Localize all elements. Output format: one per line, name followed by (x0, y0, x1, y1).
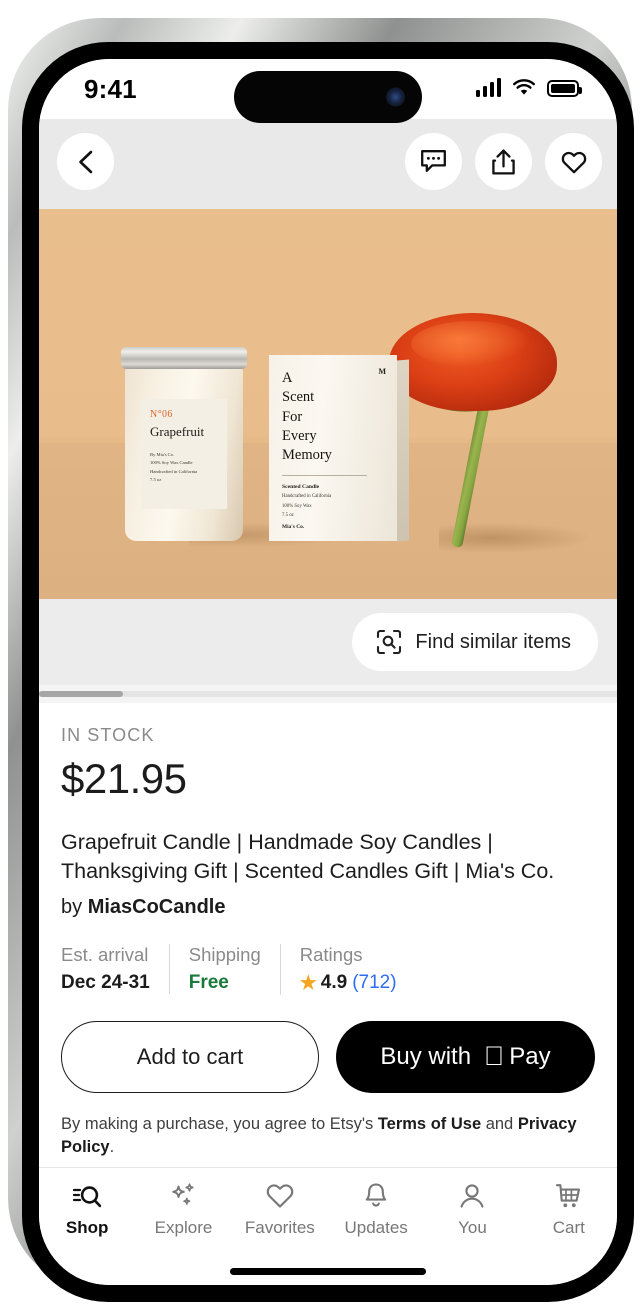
share-icon (492, 148, 515, 175)
flower-head (389, 313, 557, 411)
seller-line[interactable]: by MiasCoCandle (61, 896, 595, 919)
product-image[interactable]: N°06 Grapefruit By Mia's Co. 100% Soy Wa… (39, 209, 617, 599)
find-similar-bar: Find similar items (39, 599, 617, 685)
buy-with-apple-pay-button[interactable]: Buy with  Pay (336, 1020, 595, 1093)
jar-label: N°06 Grapefruit By Mia's Co. 100% Soy Wa… (141, 399, 227, 509)
status-time: 9:41 (84, 74, 137, 104)
tab-updates[interactable]: Updates (328, 1168, 424, 1238)
candle-box: M A Scent For Every Memory Scented Candl… (269, 355, 409, 542)
rating-value: 4.9 (320, 972, 348, 994)
message-button[interactable] (405, 133, 462, 190)
cta-row: Add to cart Buy with  Pay (61, 1020, 595, 1093)
tab-label: Updates (344, 1218, 408, 1237)
bell-icon (362, 1181, 390, 1211)
legal-suffix: . (109, 1138, 115, 1157)
phone-screen: 9:41 N°06 Grapefruit By Mia's Co. 100% S… (39, 59, 617, 1285)
tab-label: Cart (552, 1218, 585, 1237)
flower-prop (381, 307, 589, 553)
scrollbar-track (39, 691, 617, 697)
info-value: Free (188, 971, 229, 993)
jar-lid (121, 347, 247, 369)
battery-icon (547, 80, 582, 97)
terms-of-use-link[interactable]: Terms of Use (378, 1115, 481, 1133)
apple-pay-prefix: Buy with (380, 1042, 472, 1070)
tab-favorites[interactable]: Favorites (232, 1168, 328, 1238)
apple-pay-suffix: Pay (499, 1042, 550, 1070)
heart-icon (265, 1181, 295, 1211)
info-label: Shipping (188, 943, 261, 965)
tab-label: You (458, 1218, 487, 1237)
info-est-arrival: Est. arrival Dec 24-31 (61, 944, 169, 994)
home-indicator[interactable] (230, 1268, 426, 1275)
info-label: Ratings (299, 943, 363, 965)
tab-label: Favorites (244, 1218, 315, 1237)
scan-search-icon (377, 629, 402, 655)
product-details: IN STOCK $21.95 Grapefruit Candle | Hand… (39, 703, 617, 1160)
jar-label-meta: By Mia's Co. 100% Soy Wax Candle Handcra… (150, 452, 198, 483)
tab-you[interactable]: You (424, 1168, 520, 1238)
box-subhead: Scented Candle (282, 484, 320, 491)
seller-name[interactable]: MiasCoCandle (88, 896, 226, 918)
tab-bar: Shop Explore Favorites Updates You Cart (39, 1167, 617, 1285)
share-button[interactable] (475, 133, 532, 190)
tab-cart[interactable]: Cart (521, 1168, 617, 1238)
sparkles-icon (168, 1181, 198, 1211)
box-brand: Mia's Co. (282, 524, 305, 530)
find-similar-label: Find similar items (415, 630, 571, 653)
dynamic-island (234, 71, 422, 123)
status-indicators (475, 78, 582, 97)
info-label: Est. arrival (61, 943, 149, 965)
add-to-cart-button[interactable]: Add to cart (61, 1020, 319, 1093)
info-shipping: Shipping Free (168, 943, 280, 994)
box-divider (282, 475, 367, 477)
apple-logo-icon:  (484, 1043, 504, 1070)
find-similar-items-button[interactable]: Find similar items (352, 613, 598, 671)
info-ratings[interactable]: Ratings ★ 4.9 (712) (279, 943, 416, 995)
info-value: Dec 24-31 (61, 971, 150, 993)
box-side-panel (397, 359, 409, 542)
product-price: $21.95 (61, 755, 187, 802)
shop-search-icon (72, 1181, 103, 1211)
tab-label: Shop (65, 1218, 109, 1237)
box-meta: Handcrafted in California 100% Soy Wax 7… (282, 494, 332, 519)
legal-prefix: By making a purchase, you agree to Etsy'… (61, 1114, 378, 1133)
cart-icon (554, 1181, 584, 1211)
front-camera-icon (386, 87, 405, 107)
jar-label-number: N°06 (150, 409, 173, 420)
star-icon: ★ (299, 972, 317, 994)
info-value-rating: ★ 4.9 (712) (300, 972, 397, 995)
cellular-bars-icon (475, 78, 501, 97)
scrollbar-thumb[interactable] (39, 691, 123, 697)
favorite-button[interactable] (545, 133, 602, 190)
box-headline: A Scent For Every Memory (282, 370, 332, 464)
product-title: Grapefruit Candle | Handmade Soy Candles… (61, 830, 555, 884)
back-button[interactable] (57, 133, 114, 190)
seller-prefix: by (61, 895, 88, 918)
device-frame: 9:41 N°06 Grapefruit By Mia's Co. 100% S… (8, 18, 634, 1302)
wifi-icon (512, 78, 536, 97)
jar-label-scent: Grapefruit (150, 424, 205, 439)
candle-jar: N°06 Grapefruit By Mia's Co. 100% Soy Wa… (121, 347, 247, 541)
person-icon (458, 1181, 486, 1211)
chevron-left-icon (78, 150, 92, 173)
review-count[interactable]: (712) (352, 972, 396, 994)
tab-label: Explore (154, 1218, 213, 1237)
tab-shop[interactable]: Shop (39, 1168, 135, 1238)
tab-explore[interactable]: Explore (135, 1168, 231, 1238)
box-monogram: M (378, 367, 386, 376)
message-bubble-icon (421, 150, 446, 172)
product-info-row: Est. arrival Dec 24-31 Shipping Free Rat… (61, 943, 595, 995)
navigation-bar (39, 119, 617, 209)
heart-icon (561, 151, 586, 173)
stock-status: IN STOCK (61, 725, 155, 745)
legal-disclaimer: By making a purchase, you agree to Etsy'… (61, 1113, 595, 1160)
image-carousel-scrollbar[interactable] (39, 685, 617, 703)
legal-conjunction: and (481, 1114, 518, 1133)
